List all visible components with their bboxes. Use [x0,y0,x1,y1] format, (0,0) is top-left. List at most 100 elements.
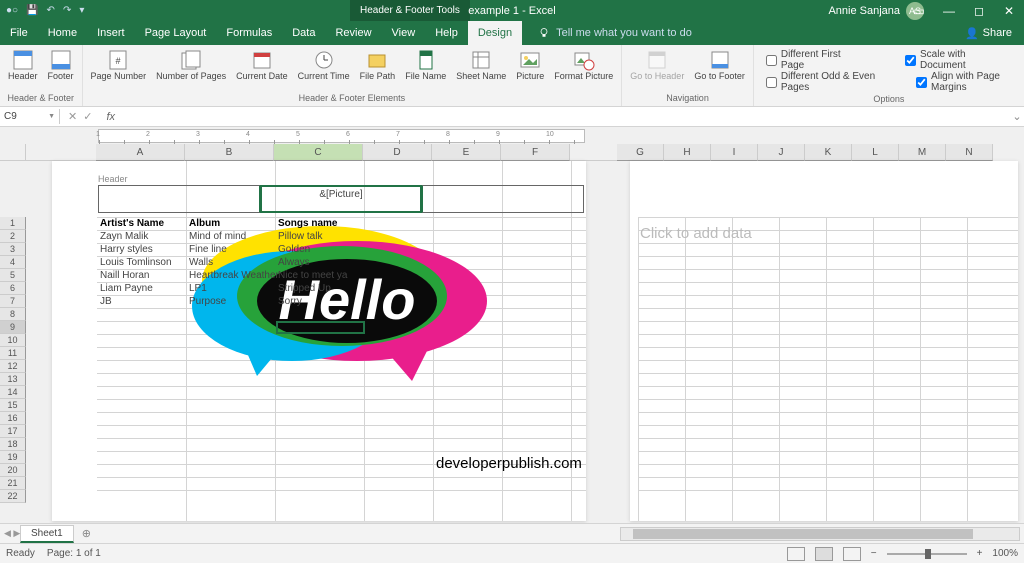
zoom-slider[interactable] [887,553,967,555]
row-header[interactable]: 8 [0,308,26,321]
enter-formula-icon[interactable]: ✓ [83,110,92,123]
click-to-add-hint[interactable]: Click to add data [640,225,752,242]
col-header[interactable]: A [96,144,185,161]
maximize-button[interactable]: ◻ [964,0,994,21]
row-header[interactable]: 2 [0,230,26,243]
num-pages-button[interactable]: Number of Pages [152,47,230,83]
tab-design[interactable]: Design [468,21,522,45]
undo-icon[interactable]: ↶ [47,5,55,16]
save-icon[interactable]: 💾 [26,5,38,16]
close-button[interactable]: ✕ [994,0,1024,21]
align-margins-checkbox[interactable]: Align with Page Margins [916,71,1012,93]
page-2[interactable]: Click to add data [630,161,1018,521]
col-header[interactable]: F [501,144,570,161]
sheet-name-button[interactable]: Sheet Name [452,47,510,83]
row-header[interactable]: 14 [0,386,26,399]
row-header[interactable]: 5 [0,269,26,282]
row-header[interactable]: 10 [0,334,26,347]
horizontal-scrollbar[interactable] [620,527,1020,541]
minimize-button[interactable]: — [934,0,964,21]
expand-formula-bar-icon[interactable]: ⌄ [1010,110,1024,123]
ribbon-options-icon[interactable]: ▭ [904,0,934,21]
sheet-nav-arrows[interactable]: ◀ ▶ [4,528,20,539]
goto-footer-button[interactable]: Go to Footer [690,47,749,83]
col-header[interactable]: D [363,144,432,161]
current-date-button[interactable]: Current Date [232,47,292,83]
row-header[interactable]: 7 [0,295,26,308]
autosave-icon[interactable]: ●○ [6,5,18,16]
cancel-formula-icon[interactable]: ✕ [68,110,77,123]
picture-button[interactable]: Picture [512,47,548,83]
row-header[interactable]: 9 [0,321,26,334]
chevron-down-icon[interactable]: ▼ [48,113,55,120]
scale-with-doc-checkbox[interactable]: Scale with Document [905,49,1012,71]
fx-icon[interactable]: fx [100,111,121,123]
file-name-button[interactable]: File Name [401,47,450,83]
header-left-section[interactable] [98,185,261,213]
header-center-section[interactable]: &[Picture] [261,185,421,213]
zoom-out-button[interactable]: − [871,548,877,559]
format-picture-button[interactable]: Format Picture [550,47,617,83]
scrollbar-thumb[interactable] [633,529,973,539]
col-header[interactable]: G [617,144,664,161]
header-button[interactable]: Header [4,47,42,83]
col-header[interactable]: L [852,144,899,161]
tab-review[interactable]: Review [325,21,381,45]
select-all-button[interactable] [0,144,26,161]
row-header[interactable]: 13 [0,373,26,386]
row-header[interactable]: 19 [0,451,26,464]
col-header[interactable]: N [946,144,993,161]
zoom-knob[interactable] [925,549,931,559]
col-header[interactable]: I [711,144,758,161]
row-header[interactable]: 11 [0,347,26,360]
diff-first-page-checkbox[interactable]: Different First Page [766,49,865,71]
current-time-button[interactable]: Current Time [294,47,354,83]
formula-input[interactable] [121,109,1010,125]
tab-view[interactable]: View [382,21,426,45]
row-header[interactable]: 1 [0,217,26,230]
row-header[interactable]: 3 [0,243,26,256]
col-header[interactable]: K [805,144,852,161]
tab-insert[interactable]: Insert [87,21,135,45]
header-right-section[interactable] [421,185,584,213]
redo-icon[interactable]: ↷ [63,5,71,16]
col-header[interactable]: M [899,144,946,161]
tell-me-search[interactable]: Tell me what you want to do [522,21,692,45]
sheet-tab[interactable]: Sheet1 [20,525,74,543]
footer-button[interactable]: Footer [44,47,78,83]
tab-formulas[interactable]: Formulas [216,21,282,45]
page-number-button[interactable]: #Page Number [87,47,151,83]
row-header[interactable]: 16 [0,412,26,425]
col-header[interactable]: H [664,144,711,161]
name-box[interactable]: C9▼ [0,109,60,124]
tab-data[interactable]: Data [282,21,325,45]
row-header[interactable]: 4 [0,256,26,269]
new-sheet-button[interactable]: ⊕ [76,525,97,542]
zoom-level[interactable]: 100% [992,548,1018,559]
diff-oddeven-checkbox[interactable]: Different Odd & Even Pages [766,71,876,93]
status-ready: Ready [6,548,35,559]
tab-help[interactable]: Help [425,21,468,45]
row-header[interactable]: 21 [0,477,26,490]
header-editor[interactable]: &[Picture] [98,185,584,213]
row-header[interactable]: 15 [0,399,26,412]
tab-page-layout[interactable]: Page Layout [135,21,217,45]
tab-file[interactable]: File [0,21,38,45]
header-section-label: Header [98,174,128,184]
share-button[interactable]: 👤 Share [953,21,1024,45]
row-header[interactable]: 18 [0,438,26,451]
col-header[interactable]: C [274,144,363,161]
row-header[interactable]: 17 [0,425,26,438]
qat-customize-icon[interactable]: ▾ [79,5,84,16]
row-header[interactable]: 6 [0,282,26,295]
row-header[interactable]: 22 [0,490,26,503]
worksheet-data[interactable]: Artist's NameAlbumSongs name Zayn MalikM… [98,217,365,308]
col-header[interactable]: J [758,144,805,161]
file-path-button[interactable]: File Path [356,47,400,83]
col-header[interactable]: B [185,144,274,161]
tab-home[interactable]: Home [38,21,87,45]
zoom-in-button[interactable]: + [977,548,983,559]
row-header[interactable]: 12 [0,360,26,373]
row-header[interactable]: 20 [0,464,26,477]
col-header[interactable]: E [432,144,501,161]
